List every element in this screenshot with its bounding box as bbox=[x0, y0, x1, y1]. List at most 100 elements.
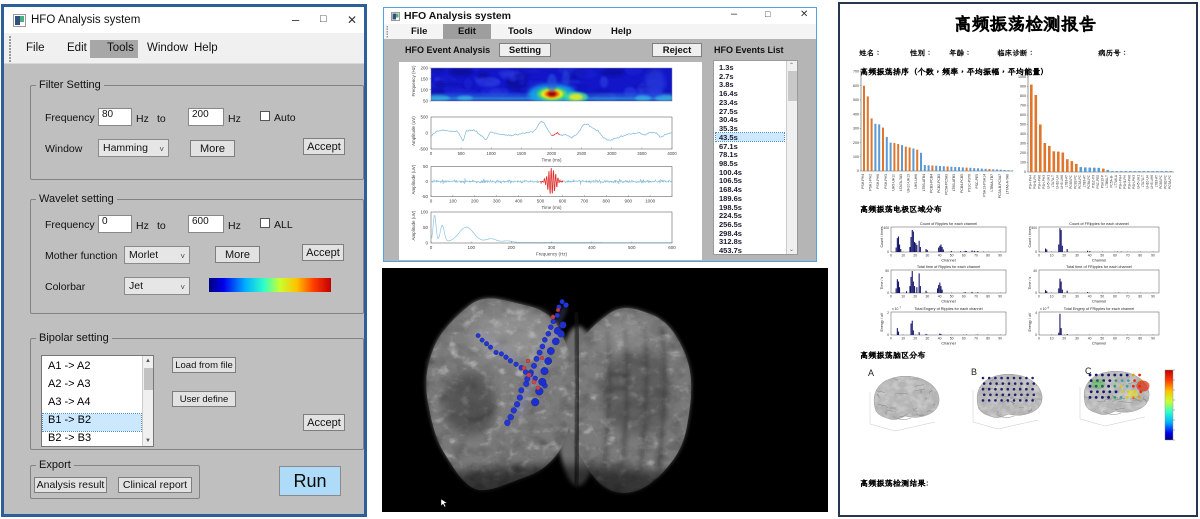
svg-text:Time / s: Time / s bbox=[1028, 277, 1032, 290]
svg-text:x 10: x 10 bbox=[892, 307, 899, 311]
svg-text:70: 70 bbox=[1126, 295, 1130, 299]
svg-text:Channel: Channel bbox=[941, 300, 955, 304]
svg-text:PCB3-PC: PCB3-PC bbox=[1069, 174, 1073, 189]
svg-text:100: 100 bbox=[420, 87, 428, 92]
svg-text:LTB3-AT: LTB3-AT bbox=[1155, 175, 1159, 187]
svg-text:P31C-P3T6: P31C-P3T6 bbox=[967, 174, 971, 192]
svg-text:LT7A6-A: LT7A6-A bbox=[1114, 174, 1118, 187]
svg-text:UH5-UH6: UH5-UH6 bbox=[914, 174, 918, 189]
svg-text:150: 150 bbox=[420, 76, 428, 81]
svg-text:70: 70 bbox=[974, 254, 978, 258]
svg-text:LTB3-ATB3: LTB3-ATB3 bbox=[952, 174, 956, 191]
svg-text:0: 0 bbox=[890, 295, 892, 299]
svg-text:0: 0 bbox=[425, 131, 428, 136]
svg-text:UH5-UH1: UH5-UH1 bbox=[1137, 175, 1141, 189]
svg-text:2500: 2500 bbox=[577, 151, 587, 156]
svg-text:300: 300 bbox=[853, 127, 859, 131]
svg-text:50: 50 bbox=[950, 254, 954, 258]
svg-text:PSC-PE5: PSC-PE5 bbox=[975, 174, 979, 189]
svg-text:70: 70 bbox=[1126, 254, 1130, 258]
svg-text:50: 50 bbox=[423, 164, 429, 169]
svg-text:500: 500 bbox=[853, 98, 859, 102]
svg-text:300: 300 bbox=[548, 245, 556, 250]
svg-text:70: 70 bbox=[974, 295, 978, 299]
svg-text:Energy / uV: Energy / uV bbox=[1028, 312, 1032, 331]
svg-text:600: 600 bbox=[853, 84, 859, 88]
svg-text:LTB6A-T: LTB6A-T bbox=[1105, 175, 1109, 188]
svg-text:100: 100 bbox=[420, 210, 428, 215]
svg-text:60: 60 bbox=[1113, 295, 1117, 299]
svg-text:10: 10 bbox=[1050, 295, 1054, 299]
svg-text:PSH-PH3: PSH-PH3 bbox=[1042, 175, 1046, 189]
svg-text:500: 500 bbox=[1031, 226, 1037, 230]
svg-text:20: 20 bbox=[1062, 254, 1066, 258]
svg-text:LTB6A-TB7: LTB6A-TB7 bbox=[990, 174, 994, 192]
svg-text:20: 20 bbox=[913, 254, 917, 258]
svg-text:3500: 3500 bbox=[637, 151, 647, 156]
svg-text:Total Engery of Ripples for ea: Total Engery of Ripples for each channel bbox=[914, 307, 982, 311]
svg-text:0: 0 bbox=[890, 254, 892, 258]
svg-text:UH10-UH13: UH10-UH13 bbox=[907, 174, 911, 193]
svg-text:900: 900 bbox=[1020, 85, 1026, 89]
svg-text:B: B bbox=[971, 367, 977, 377]
svg-text:300: 300 bbox=[1020, 142, 1026, 146]
svg-text:10: 10 bbox=[901, 254, 905, 258]
svg-text:Count / times: Count / times bbox=[1028, 226, 1032, 247]
svg-text:80: 80 bbox=[986, 254, 990, 258]
svg-text:0: 0 bbox=[1038, 295, 1040, 299]
svg-text:80: 80 bbox=[1138, 295, 1142, 299]
svg-text:PC5A-B-PC5A7: PC5A-B-PC5A7 bbox=[998, 174, 1002, 198]
svg-text:PC5A-PC5A3: PC5A-PC5A3 bbox=[945, 174, 949, 195]
svg-text:Channel: Channel bbox=[1092, 259, 1106, 263]
svg-text:20: 20 bbox=[913, 337, 917, 341]
svg-text:400: 400 bbox=[515, 199, 523, 204]
svg-text:80: 80 bbox=[986, 337, 990, 341]
svg-text:90: 90 bbox=[1151, 295, 1155, 299]
svg-text:20: 20 bbox=[913, 295, 917, 299]
svg-text:Channel: Channel bbox=[1092, 342, 1106, 346]
svg-text:80: 80 bbox=[1138, 337, 1142, 341]
svg-text:30: 30 bbox=[926, 254, 930, 258]
svg-text:Frequency (Hz): Frequency (Hz) bbox=[411, 65, 416, 97]
svg-text:90: 90 bbox=[998, 254, 1002, 258]
svg-text:50: 50 bbox=[1100, 254, 1104, 258]
svg-text:500: 500 bbox=[420, 115, 428, 120]
svg-text:PSH-PH4: PSH-PH4 bbox=[1119, 175, 1123, 189]
svg-text:Frequency (Hz): Frequency (Hz) bbox=[536, 252, 568, 257]
svg-text:200: 200 bbox=[508, 245, 516, 250]
svg-text:90: 90 bbox=[998, 337, 1002, 341]
svg-text:PC5A-PC: PC5A-PC bbox=[1168, 174, 1172, 189]
svg-text:PCB2-PC: PCB2-PC bbox=[1164, 174, 1168, 189]
svg-text:LTB3-AT: LTB3-AT bbox=[1083, 175, 1087, 187]
svg-text:0: 0 bbox=[430, 199, 433, 204]
svg-text:90: 90 bbox=[1151, 254, 1155, 258]
svg-text:PSH-PH3: PSH-PH3 bbox=[884, 174, 888, 189]
svg-text:LTA7A-TA3: LTA7A-TA3 bbox=[899, 174, 903, 191]
svg-text:30: 30 bbox=[1075, 295, 1079, 299]
svg-text:0: 0 bbox=[887, 250, 889, 254]
svg-text:PSH-PH6: PSH-PH6 bbox=[876, 174, 880, 189]
svg-text:3000: 3000 bbox=[607, 151, 617, 156]
svg-text:1000: 1000 bbox=[487, 151, 497, 156]
svg-text:-50: -50 bbox=[421, 194, 428, 199]
svg-text:Count / times: Count / times bbox=[880, 226, 884, 247]
svg-text:40: 40 bbox=[938, 295, 942, 299]
svg-text:100: 100 bbox=[467, 245, 475, 250]
svg-text:400: 400 bbox=[883, 226, 889, 230]
svg-text:A: A bbox=[868, 368, 874, 378]
svg-text:PCB2-PCB3: PCB2-PCB3 bbox=[937, 174, 941, 193]
svg-text:700: 700 bbox=[1020, 104, 1026, 108]
svg-text:900: 900 bbox=[624, 199, 632, 204]
svg-text:PSH-PH6: PSH-PH6 bbox=[1128, 175, 1132, 189]
svg-text:10: 10 bbox=[901, 337, 905, 341]
svg-text:0: 0 bbox=[430, 151, 433, 156]
svg-text:PSH1-PH: PSH1-PH bbox=[1033, 174, 1037, 189]
svg-text:500: 500 bbox=[537, 199, 545, 204]
svg-text:Total time of Ripples for each: Total time of Ripples for each channel bbox=[917, 265, 980, 269]
svg-text:40: 40 bbox=[1088, 337, 1092, 341]
svg-text:300: 300 bbox=[493, 199, 501, 204]
svg-text::: : bbox=[926, 479, 929, 488]
svg-text:Amplitude (uV): Amplitude (uV) bbox=[411, 164, 416, 194]
svg-text:Count of FRipples for each cha: Count of FRipples for each channel bbox=[1069, 222, 1129, 226]
svg-text:0: 0 bbox=[430, 245, 433, 250]
